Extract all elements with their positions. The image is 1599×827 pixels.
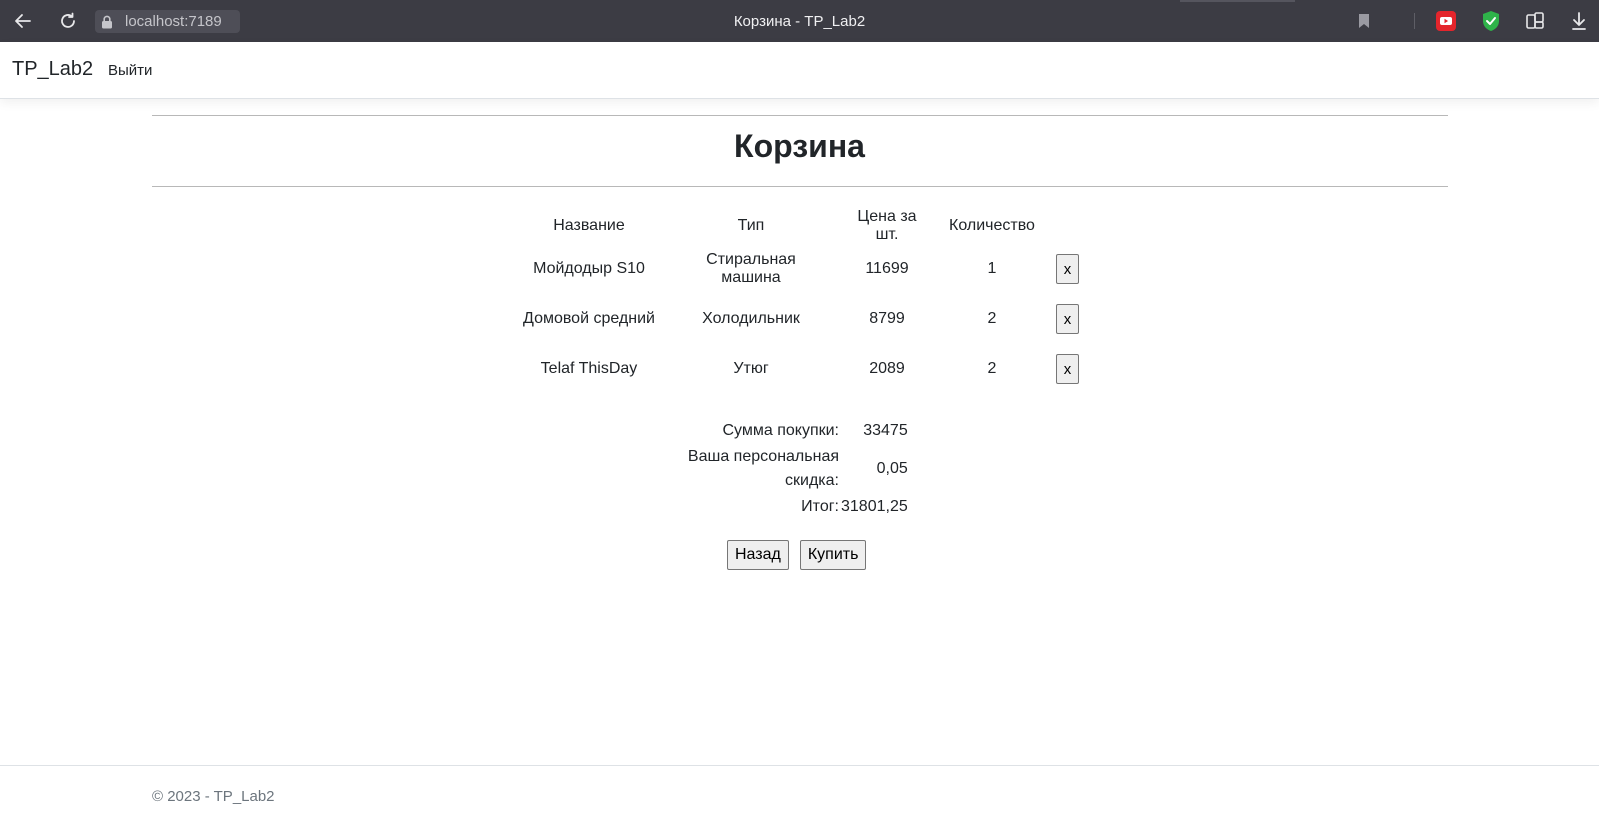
shield-icon[interactable] <box>1479 9 1503 33</box>
remove-item-button[interactable]: x <box>1056 304 1079 334</box>
bookmark-icon[interactable] <box>1352 9 1376 33</box>
discount-label: Ваша персональная скидка: <box>687 448 839 489</box>
item-name: Telaf ThisDay <box>540 360 638 377</box>
page-footer: © 2023 - TP_Lab2 <box>0 765 1599 827</box>
remove-cell: x <box>1046 344 1089 394</box>
header-remove <box>1046 208 1089 244</box>
address-bar[interactable]: localhost:7189 <box>95 10 240 33</box>
header-price: Цена за шт. <box>857 208 917 243</box>
item-type: Утюг <box>733 360 769 377</box>
item-price: 8799 <box>869 310 905 327</box>
back-button[interactable]: Назад <box>727 540 789 570</box>
item-name: Домовой средний <box>523 310 655 327</box>
header-quantity: Количество <box>949 217 1035 234</box>
lock-icon <box>95 10 119 33</box>
discount-value: 0,05 <box>876 460 908 477</box>
page-title: Корзина <box>734 128 865 164</box>
total-value: 31801,25 <box>841 498 908 515</box>
summary-sum-row: Сумма покупки: 33475 <box>680 418 908 444</box>
tab-strip-accent <box>1180 0 1295 2</box>
summary-discount-row: Ваша персональная скидка: 0,05 <box>680 444 908 494</box>
item-type: Холодильник <box>702 310 800 327</box>
brand-link[interactable]: TP_Lab2 <box>12 58 93 81</box>
buy-button[interactable]: Купить <box>799 540 867 570</box>
app-navbar: TP_Lab2 Выйти <box>0 42 1599 99</box>
toolbar-separator <box>1414 13 1415 29</box>
title-divider-top <box>152 115 1448 116</box>
table-row: Домовой средний Холодильник 8799 2 x <box>512 294 1089 344</box>
item-quantity: 2 <box>987 310 997 327</box>
remove-cell: x <box>1046 244 1089 294</box>
table-row: Telaf ThisDay Утюг 2089 2 x <box>512 344 1089 394</box>
logout-link[interactable]: Выйти <box>108 62 152 79</box>
total-label: Итог: <box>801 498 839 515</box>
item-quantity: 2 <box>987 360 997 377</box>
sum-label: Сумма покупки: <box>722 422 839 439</box>
remove-item-button[interactable]: x <box>1056 254 1079 284</box>
download-icon[interactable] <box>1567 9 1591 33</box>
table-header-row: Название Тип Цена за шт. Количество <box>512 208 1089 244</box>
cart-actions: Назад Купить <box>727 540 867 570</box>
sum-value: 33475 <box>863 422 908 439</box>
remove-item-button[interactable]: x <box>1056 354 1079 384</box>
extensions-icon[interactable] <box>1523 9 1547 33</box>
item-quantity: 1 <box>987 260 997 277</box>
header-name: Название <box>553 217 625 234</box>
item-price: 2089 <box>869 360 905 377</box>
item-type: Стиральная машина <box>706 251 796 286</box>
cart-table: Название Тип Цена за шт. Количество Мойд… <box>512 208 1089 394</box>
order-summary: Сумма покупки: 33475 Ваша персональная с… <box>680 418 908 520</box>
remove-cell: x <box>1046 294 1089 344</box>
item-price: 11699 <box>865 260 909 277</box>
item-name: Мойдодыр S10 <box>533 260 645 277</box>
table-row: Мойдодыр S10 Стиральная машина 11699 1 x <box>512 244 1089 294</box>
summary-total-row: Итог: 31801,25 <box>680 494 908 520</box>
title-divider-bottom <box>152 186 1448 187</box>
reload-icon[interactable] <box>56 9 80 33</box>
youtube-icon[interactable] <box>1434 9 1458 33</box>
browser-toolbar: localhost:7189 Корзина - TP_Lab2 <box>0 0 1599 42</box>
back-icon[interactable] <box>11 9 35 33</box>
url-text: localhost:7189 <box>125 13 222 30</box>
header-type: Тип <box>737 217 765 234</box>
footer-copyright: © 2023 - TP_Lab2 <box>152 788 275 805</box>
